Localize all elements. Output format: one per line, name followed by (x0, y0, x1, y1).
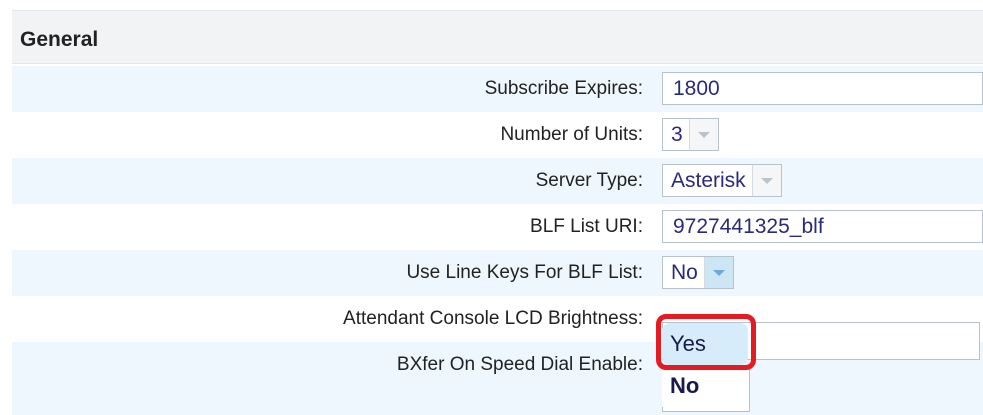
section-title: General (20, 28, 99, 51)
row-number-of-units: Number of Units: 3 (12, 112, 983, 158)
row-use-line-keys: Use Line Keys For BLF List: No (12, 250, 983, 296)
blf-list-uri-label: BLF List URI: (530, 216, 643, 237)
attendant-brightness-label: Attendant Console LCD Brightness: (343, 308, 643, 329)
bxfer-speed-dial-label: BXfer On Speed Dial Enable: (396, 354, 643, 375)
chevron-down-icon (760, 177, 773, 184)
number-of-units-label: Number of Units: (500, 124, 643, 145)
use-line-keys-dropdown-button[interactable] (703, 257, 733, 288)
row-server-type: Server Type: Asterisk (12, 158, 983, 204)
use-line-keys-select[interactable]: No (662, 256, 734, 289)
number-of-units-value: 3 (671, 123, 683, 146)
chevron-down-icon (712, 269, 725, 276)
row-blf-list-uri: BLF List URI: 9727441325_blf (12, 204, 983, 250)
subscribe-expires-label: Subscribe Expires: (484, 78, 643, 99)
subscribe-expires-input[interactable]: 1800 (662, 72, 983, 105)
blf-list-uri-input[interactable]: 9727441325_blf (662, 210, 983, 243)
server-type-value: Asterisk (671, 169, 746, 192)
use-line-keys-label: Use Line Keys For BLF List: (406, 262, 643, 283)
server-type-label: Server Type: (535, 170, 643, 191)
server-type-dropdown-button[interactable] (751, 165, 781, 196)
dropdown-option-yes[interactable]: Yes (662, 323, 748, 365)
number-of-units-dropdown-button[interactable] (688, 119, 718, 150)
row-subscribe-expires: Subscribe Expires: 1800 (12, 66, 983, 112)
chevron-down-icon (697, 131, 710, 138)
number-of-units-select[interactable]: 3 (662, 118, 719, 151)
server-type-select[interactable]: Asterisk (662, 164, 782, 197)
use-line-keys-dropdown-list: Yes No (662, 323, 748, 407)
dropdown-option-no[interactable]: No (662, 365, 748, 407)
use-line-keys-value: No (671, 261, 698, 284)
section-header: General (12, 10, 983, 64)
